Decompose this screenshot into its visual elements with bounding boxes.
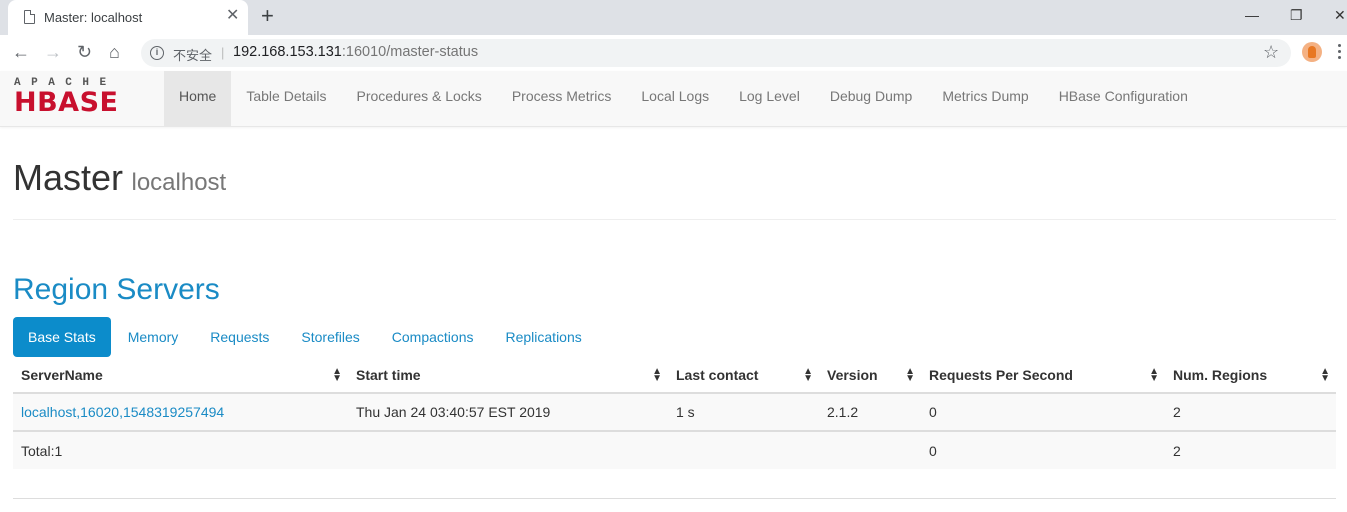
column-header-num-regions[interactable]: Num. Regions ▲ ▼ xyxy=(1165,357,1336,394)
version-cell: 2.1.2 xyxy=(819,392,921,431)
reload-icon[interactable]: ↻ xyxy=(77,41,92,63)
tab-storefiles[interactable]: Storefiles xyxy=(286,317,374,357)
back-arrow-icon[interactable]: ← xyxy=(12,41,30,63)
total-rps-cell: 0 xyxy=(921,430,1165,469)
requests-per-second-cell: 0 xyxy=(921,392,1165,431)
nav-item-metrics-dump[interactable]: Metrics Dump xyxy=(927,71,1043,126)
column-header-servername[interactable]: ServerName ▲ ▼ xyxy=(13,357,348,394)
server-name-link[interactable]: localhost,16020,1548319257494 xyxy=(21,404,224,420)
browser-tab[interactable]: Master: localhost ✕ xyxy=(8,0,248,35)
nav-item-hbase-configuration[interactable]: HBase Configuration xyxy=(1044,71,1203,126)
column-header-requests-per-second[interactable]: Requests Per Second ▲ ▼ xyxy=(921,357,1165,394)
sort-icon[interactable]: ▲ ▼ xyxy=(652,367,662,384)
browser-tabbar: Master: localhost ✕ + — ❐ ✕ xyxy=(0,0,1347,35)
page-subtitle: localhost xyxy=(131,169,227,196)
page-header: Master localhost xyxy=(13,157,1336,220)
table-row: localhost,16020,1548319257494 Thu Jan 24… xyxy=(13,392,1336,431)
column-header-last-contact[interactable]: Last contact ▲ ▼ xyxy=(668,357,819,394)
nav-item-debug-dump[interactable]: Debug Dump xyxy=(815,71,928,126)
empty-cell xyxy=(668,430,819,469)
top-navbar: APACHE HBASE Home Table Details Procedur… xyxy=(0,71,1347,127)
last-contact-cell: 1 s xyxy=(668,392,819,431)
url-path: :16010/master-status xyxy=(341,44,479,60)
tab-title: Master: localhost xyxy=(44,10,143,25)
tab-replications[interactable]: Replications xyxy=(490,317,596,357)
browser-toolbar: ← → ↻ ⌂ i 不安全 | 192.168.153.131:16010/ma… xyxy=(0,35,1347,71)
empty-cell xyxy=(819,430,921,469)
column-header-label: Start time xyxy=(356,366,421,383)
region-servers-table: ServerName ▲ ▼ Start time ▲ ▼ Last contact ▲ ▼… xyxy=(13,357,1336,469)
home-icon[interactable]: ⌂ xyxy=(109,41,120,63)
page-title: Master xyxy=(13,157,124,198)
hbase-logo[interactable]: APACHE HBASE xyxy=(14,77,154,121)
column-header-label: Requests Per Second xyxy=(929,366,1073,383)
nav-item-process-metrics[interactable]: Process Metrics xyxy=(497,71,627,126)
num-regions-cell: 2 xyxy=(1165,392,1336,431)
window-close-icon[interactable]: ✕ xyxy=(1334,6,1346,24)
column-header-start-time[interactable]: Start time ▲ ▼ xyxy=(348,357,668,394)
empty-cell xyxy=(348,430,668,469)
nav-item-local-logs[interactable]: Local Logs xyxy=(626,71,724,126)
sort-icon[interactable]: ▲ ▼ xyxy=(1149,367,1159,384)
nav-item-home[interactable]: Home xyxy=(164,71,232,126)
logo-hbase-text: HBASE xyxy=(14,87,119,118)
sort-icon[interactable]: ▲ ▼ xyxy=(803,367,813,384)
browser-menu-icon[interactable] xyxy=(1338,42,1342,62)
sort-icon[interactable]: ▲ ▼ xyxy=(332,367,342,384)
restore-icon[interactable]: ❐ xyxy=(1290,6,1303,24)
new-tab-button[interactable]: + xyxy=(261,4,274,28)
column-header-label: Last contact xyxy=(676,366,759,383)
column-header-label: Num. Regions xyxy=(1173,366,1268,383)
tab-base-stats[interactable]: Base Stats xyxy=(13,317,111,357)
url-text[interactable]: 192.168.153.131:16010/master-status xyxy=(233,44,478,60)
nav-item-procedures-locks[interactable]: Procedures & Locks xyxy=(342,71,497,126)
total-label-cell: Total:1 xyxy=(13,430,348,469)
forward-arrow-icon[interactable]: → xyxy=(44,41,62,63)
sort-icon[interactable]: ▲ ▼ xyxy=(905,367,915,384)
nav-item-log-level[interactable]: Log Level xyxy=(724,71,815,126)
info-icon[interactable]: i xyxy=(150,46,164,60)
total-row: Total:1 0 2 xyxy=(13,430,1336,469)
tab-requests[interactable]: Requests xyxy=(195,317,284,357)
minimize-icon[interactable]: — xyxy=(1245,6,1259,24)
nav-menu: Home Table Details Procedures & Locks Pr… xyxy=(164,71,1203,126)
separator: | xyxy=(221,45,225,60)
column-header-label: ServerName xyxy=(21,366,103,383)
column-header-label: Version xyxy=(827,366,878,383)
column-header-version[interactable]: Version ▲ ▼ xyxy=(819,357,921,394)
url-host: 192.168.153.131 xyxy=(233,44,342,60)
address-bar[interactable]: i 不安全 | 192.168.153.131:16010/master-sta… xyxy=(141,39,1291,67)
server-name-cell: localhost,16020,1548319257494 xyxy=(13,392,348,431)
table-header-row: ServerName ▲ ▼ Start time ▲ ▼ Last contact ▲ ▼… xyxy=(13,357,1336,394)
tab-memory[interactable]: Memory xyxy=(113,317,194,357)
region-servers-tabs: Base Stats Memory Requests Storefiles Co… xyxy=(13,317,599,357)
divider xyxy=(13,498,1336,499)
nav-item-table-details[interactable]: Table Details xyxy=(231,71,341,126)
security-label[interactable]: 不安全 xyxy=(173,45,212,64)
page-icon xyxy=(24,10,35,24)
start-time-cell: Thu Jan 24 03:40:57 EST 2019 xyxy=(348,392,668,431)
bookmark-star-icon[interactable]: ☆ xyxy=(1263,42,1279,63)
region-servers-title: Region Servers xyxy=(13,273,220,306)
sort-icon[interactable]: ▲ ▼ xyxy=(1320,367,1330,384)
profile-avatar[interactable] xyxy=(1302,42,1322,62)
close-tab-icon[interactable]: ✕ xyxy=(226,7,239,25)
tab-compactions[interactable]: Compactions xyxy=(377,317,489,357)
total-regions-cell: 2 xyxy=(1165,430,1336,469)
